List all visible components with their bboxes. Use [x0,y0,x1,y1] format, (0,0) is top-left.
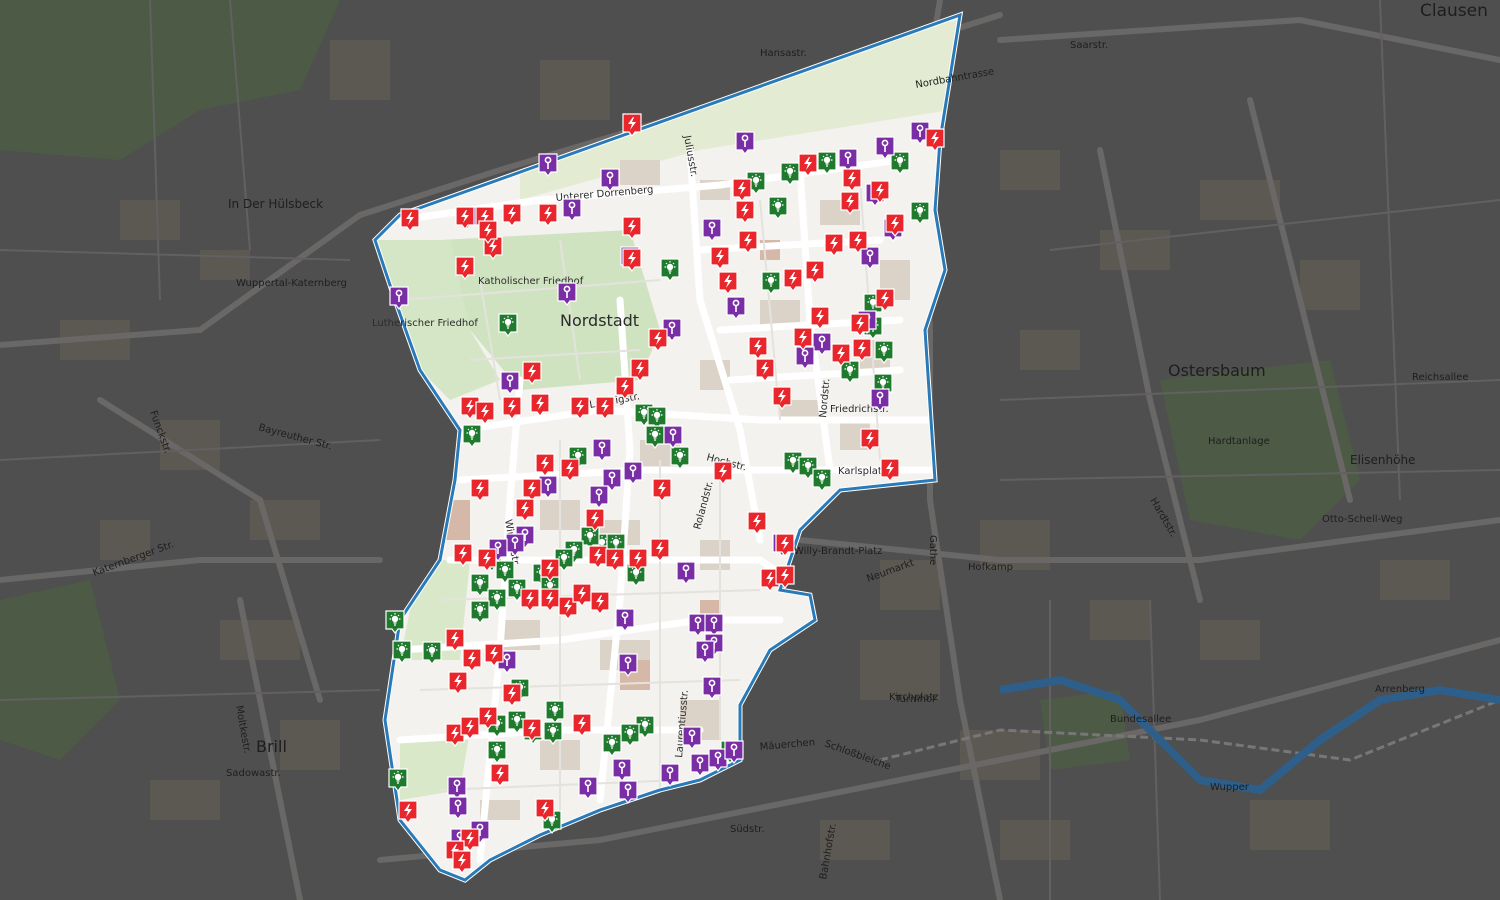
street-label: Karlsplatz [838,466,887,477]
district-map[interactable]: Clausen Ostersbaum Brill Nordstadt Elise… [0,0,1500,900]
place-label-lutherischer-friedhof: Lutherischer Friedhof [372,318,478,329]
street-label: Saarstr. [1070,40,1108,51]
street-label: Kirchplatz [889,692,939,703]
place-label-wuppertal-katernberg: Wuppertal-Katernberg [236,278,347,289]
place-label-ostersbaum: Ostersbaum [1168,361,1266,380]
street-label: Willy-Brandt-Platz [794,546,882,557]
street-label: Sadowastr. [226,768,281,779]
place-label-brill: Brill [256,737,287,756]
place-label-elisenhoehe: Elisenhöhe [1350,453,1415,467]
street-label: Bundesallee [1110,714,1171,725]
place-label-in-der-huelsbeck: In Der Hülsbeck [228,197,323,211]
street-label: Wupper [1210,782,1250,793]
place-label-hardtanlage: Hardtanlage [1208,436,1270,447]
place-label-nordstadt: Nordstadt [560,311,639,330]
street-label: Hansastr. [760,48,807,59]
street-label: Südstr. [730,824,765,835]
street-label: Gathe [927,535,938,565]
street-label: Hofkamp [968,562,1013,573]
place-label-clausen: Clausen [1420,1,1488,21]
street-label: Arrenberg [1375,684,1425,695]
street-label: Reichsallee [1412,372,1468,383]
street-label: Otto-Schell-Weg [1322,514,1403,525]
